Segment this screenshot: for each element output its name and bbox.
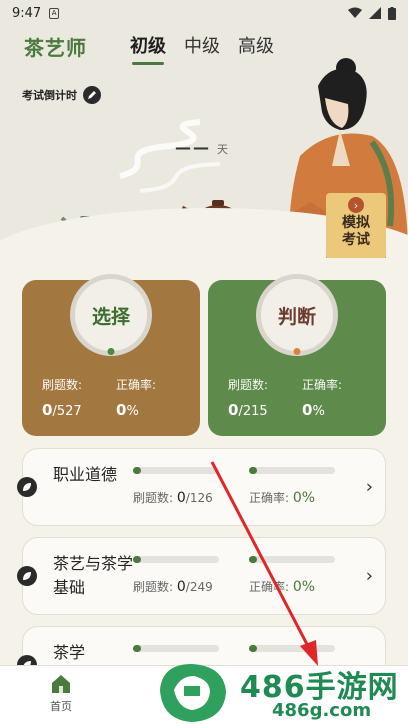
chapter-title: 职业道德 [53,465,118,484]
tab-advanced[interactable]: 高级 [238,32,274,58]
accuracy-value: 0% [302,401,325,419]
status-bar: 9:47 A [0,0,408,26]
choice-question-card[interactable]: 选择 刷题数: 0/527 正确率: 0% [22,274,200,436]
accuracy-label: 正确率: [302,378,343,392]
done-count: 刷题数: 0/249 [133,579,213,595]
progress-dot [107,348,115,355]
accuracy-progress-bar [249,645,335,652]
status-icons [348,6,396,20]
chevron-right-icon: › [348,197,364,213]
hero-banner: 茶艺师 初级 中级 高级 考试倒计时 —— 天 › 模拟 考试 [0,26,408,258]
accuracy-progress-bar [249,556,335,563]
accuracy-progress-bar [249,467,335,474]
choice-label: 选择 [91,305,130,328]
accuracy-value: 0% [116,401,139,419]
nav-home-label: 首页 [50,700,72,713]
countdown-label: 考试倒计时 [22,89,77,102]
countdown-value: —— [175,138,211,157]
chapter-row-ethics[interactable]: 职业道德 刷题数: 0/126 正确率: 0% › [17,448,386,526]
choice-stats: 刷题数: 0/527 正确率: 0% [42,376,190,419]
done-progress-bar [133,467,219,474]
level-tabs: 初级 中级 高级 [130,32,274,65]
watermark-emblem [160,664,226,722]
chapter-title: 茶学 [53,643,86,662]
battery-icon [388,6,396,20]
chapter-row-tea-basics[interactable]: 茶艺与茶学基础 刷题数: 0/249 正确率: 0% › [17,537,386,615]
wifi-icon [348,7,362,18]
judge-progress-ring[interactable]: 判断 [256,274,338,356]
countdown-unit: 天 [217,143,228,156]
watermark-url: 486g.com [272,700,372,721]
accuracy-value: 正确率: 0% [249,579,316,595]
notification-icon: A [49,7,60,19]
countdown-days: —— 天 [175,138,228,157]
choice-progress-ring[interactable]: 选择 [70,274,152,356]
app-brand: 茶艺师 [24,36,87,60]
done-count: 0/527 [42,401,82,419]
status-time: 9:47 [12,5,42,21]
chevron-right-icon: › [365,565,373,587]
leaf-icon [17,477,37,497]
chapter-title: 茶艺与茶学基础 [53,554,134,597]
tab-beginner[interactable]: 初级 [130,32,166,65]
done-count: 刷题数: 0/126 [133,490,213,506]
done-count-label: 刷题数: [42,378,83,392]
judge-label: 判断 [277,305,316,328]
judge-question-card[interactable]: 判断 刷题数: 0/215 正确率: 0% [208,274,386,436]
tab-intermediate[interactable]: 中级 [184,32,220,58]
done-progress-bar [133,556,219,563]
chevron-right-icon: › [365,476,373,498]
done-count: 0/215 [228,401,268,419]
accuracy-label: 正确率: [116,378,157,392]
nav-home[interactable]: 首页 [50,674,72,714]
signal-icon [369,7,381,19]
mock-exam-button[interactable]: › 模拟 考试 [326,193,386,258]
home-icon [52,675,70,693]
exam-countdown: 考试倒计时 [22,86,101,104]
progress-dot [293,348,301,355]
done-progress-bar [133,645,219,652]
mock-exam-label: 模拟 考试 [342,215,370,248]
done-count-label: 刷题数: [228,378,269,392]
leaf-icon [17,566,37,586]
accuracy-value: 正确率: 0% [249,490,316,506]
watermark-logo: 486手游网 486g.com [152,660,408,725]
judge-stats: 刷题数: 0/215 正确率: 0% [228,376,376,419]
edit-icon[interactable] [83,86,101,104]
